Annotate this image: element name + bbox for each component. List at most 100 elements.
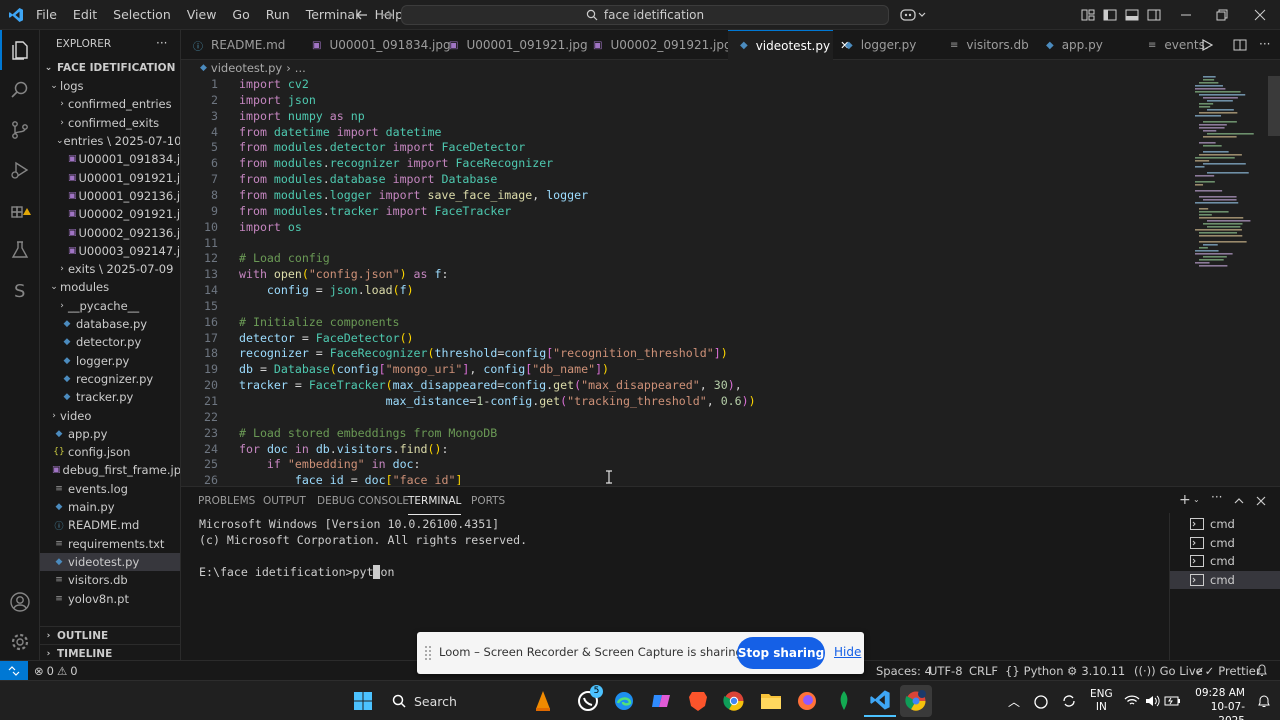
minimize-icon[interactable] [1180,8,1192,22]
drag-handle-icon[interactable] [425,646,431,660]
extensions-icon[interactable] [0,190,40,230]
code-lines[interactable]: 1 import cv2 2 import json 3 import numpy as … [181,76,1191,485]
tree-item[interactable]: ◆ logger.py [40,352,180,370]
new-terminal-icon[interactable]: + [1179,492,1191,508]
problems-indicator[interactable]: ⊗ 0 ⚠ 0 [34,661,78,681]
tray-sync-icon[interactable] [1061,693,1077,709]
tab-events-[interactable]: ≡ events. [1136,30,1209,60]
tree-item[interactable]: ▣U00002_091921.jpg [40,205,180,223]
tree-item[interactable]: ▣U00001_091834.jpg [40,150,180,168]
tab-visitors-db[interactable]: ≡ visitors.db [938,30,1034,60]
taskbar-search[interactable]: Search [384,687,524,715]
battery-icon[interactable] [1164,693,1182,709]
menu-edit[interactable]: Edit [65,0,105,30]
toggle-secondary-sidebar-icon[interactable] [1147,8,1161,22]
panel-tab-output[interactable]: OUTPUT [263,487,306,515]
run-debug-icon[interactable] [0,150,40,190]
language-indicator[interactable]: ENG IN [1090,688,1113,714]
tray-app-icon[interactable] [1033,693,1049,709]
mongodb-compass-icon[interactable] [828,685,860,717]
windows-start-icon[interactable] [347,685,379,717]
tree-item[interactable]: ▣U00001_092136.jpg [40,187,180,205]
prettier-status[interactable]: ✓✓ Prettier [1195,661,1261,681]
terminal-instance[interactable]: cmd [1170,515,1280,533]
tab-u00002-091921-jpg[interactable]: ▣ U00002_091921.jpg [581,30,732,60]
language-status[interactable]: {} Python [1005,661,1064,681]
clock[interactable]: 09:28 AM 10-07-2025 [1195,686,1245,720]
brave-browser-icon[interactable] [682,685,714,717]
restore-icon[interactable] [1216,8,1228,22]
indentation-status[interactable]: Spaces: 4 [876,661,932,681]
tree-item[interactable]: ◆ recognizer.py [40,370,180,388]
python-version-status[interactable]: ⚙ 3.10.11 [1067,661,1125,681]
firefox-icon[interactable] [791,685,823,717]
whatsapp-icon[interactable]: 5 [572,685,604,717]
tree-item[interactable]: ◆ tracker.py [40,388,180,406]
copilot-app-icon[interactable] [645,685,677,717]
panel-tab-problems[interactable]: PROBLEMS [198,487,255,515]
run-python-file-icon[interactable] [1201,38,1213,52]
panel-tab-ports[interactable]: PORTS [471,487,505,515]
edge-icon[interactable] [608,685,640,717]
tree-item[interactable]: › __pycache__ [40,297,180,315]
tree-item[interactable]: › confirmed_exits [40,114,180,132]
volume-icon[interactable] [1144,693,1160,709]
outline-section[interactable]: › OUTLINE [40,626,180,644]
tree-item[interactable]: ≡ visitors.db [40,571,180,589]
tab-videotest-py[interactable]: ◆ videotest.py ✕ [728,30,849,60]
menu-selection[interactable]: Selection [105,0,179,30]
breadcrumb-more[interactable]: ... [295,61,306,75]
more-actions-icon[interactable]: ··· [156,36,167,50]
wifi-icon[interactable] [1124,693,1140,709]
copilot-icon[interactable] [900,7,926,23]
command-center-search[interactable]: face idetification [401,5,889,25]
split-editor-icon[interactable] [1233,38,1247,52]
tree-item[interactable]: › exits \ 2025-07-09 [40,260,180,278]
tree-item[interactable]: ≡ yolov8n.pt [40,589,180,607]
remote-indicator[interactable] [0,661,28,681]
tree-item[interactable]: {} config.json [40,443,180,461]
workspace-root[interactable]: ⌄ FACE IDETIFICATION [40,59,180,77]
close-window-icon[interactable] [1254,8,1266,22]
tree-item[interactable]: ◆ videotest.py [40,552,180,572]
more-actions-icon[interactable]: ··· [1211,490,1222,504]
back-arrow-icon[interactable] [355,8,369,22]
search-icon[interactable] [0,70,40,110]
eol-status[interactable]: CRLF [969,661,998,681]
tree-item[interactable]: ⌄ logs [40,77,180,95]
tab-app-py[interactable]: ◆ app.py [1034,30,1136,60]
maximize-panel-icon[interactable] [1233,495,1245,507]
chevron-down-icon[interactable]: ⌄ [1193,495,1200,504]
tab-u00001-091834-jpg[interactable]: ▣ U00001_091834.jpg [300,30,451,60]
minimap[interactable] [1191,76,1266,276]
more-actions-icon[interactable]: ··· [1259,37,1270,51]
tree-item[interactable]: ◆ detector.py [40,333,180,351]
tree-item[interactable]: ▣ debug_first_frame.jpg [40,461,180,479]
forward-arrow-icon[interactable] [380,8,394,22]
tree-item[interactable]: ⌄ entries \ 2025-07-10 [40,132,180,150]
mongodb-icon[interactable]: S [0,270,40,310]
tree-item[interactable]: › confirmed_entries [40,95,180,113]
panel-tab-debug-console[interactable]: DEBUG CONSOLE [317,487,409,515]
terminal-instance[interactable]: cmd [1170,534,1280,552]
tree-item[interactable]: ◆ app.py [40,425,180,443]
panel-tab-terminal[interactable]: TERMINAL [408,487,462,515]
toggle-panel-icon[interactable] [1125,8,1139,22]
tree-item[interactable]: ≡ requirements.txt [40,535,180,553]
settings-gear-icon[interactable] [0,622,40,662]
account-icon[interactable] [0,582,40,622]
tab-u00001-091921-jpg[interactable]: ▣ U00001_091921.jpg [437,30,588,60]
close-panel-icon[interactable] [1255,495,1267,507]
chrome-profile-icon[interactable] [900,685,932,717]
hide-button[interactable]: Hide [834,645,861,659]
file-explorer-icon[interactable] [755,685,787,717]
menu-file[interactable]: File [28,0,65,30]
customize-layout-icon[interactable] [1081,8,1095,22]
tree-item[interactable]: ▣U00002_092136.jpg [40,223,180,241]
editor-scrollbar-thumb[interactable] [1268,76,1280,136]
stop-sharing-button[interactable]: Stop sharing [737,637,825,669]
terminal-instance[interactable]: cmd [1170,552,1280,570]
notifications-icon[interactable] [1257,693,1271,709]
tab-logger-py[interactable]: ◆ logger.py [833,30,938,60]
vlc-icon[interactable] [527,685,559,717]
